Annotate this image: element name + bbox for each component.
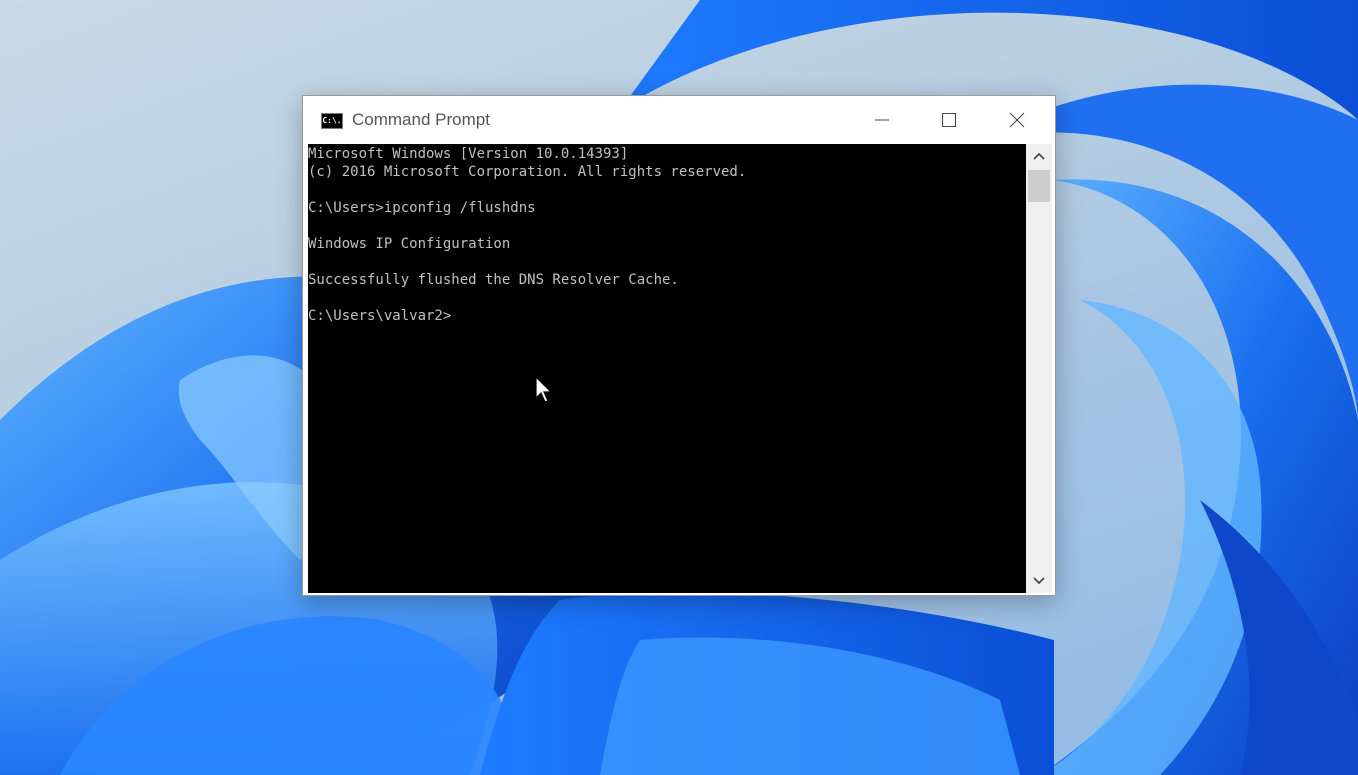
console-line: Windows IP Configuration	[308, 236, 511, 252]
console-line: C:\Users\valvar2>	[308, 308, 452, 324]
command-prompt-window: C:\. Command Prompt Microsoft Windows [V…	[302, 95, 1056, 596]
vertical-scrollbar[interactable]	[1026, 144, 1052, 593]
console-line: (c) 2016 Microsoft Corporation. All righ…	[308, 164, 747, 180]
console-line: Microsoft Windows [Version 10.0.14393]	[308, 146, 629, 162]
title-bar[interactable]: C:\. Command Prompt	[303, 96, 1055, 143]
scroll-down-button[interactable]	[1026, 569, 1052, 593]
close-button[interactable]	[984, 96, 1050, 143]
close-icon	[1009, 112, 1025, 127]
mouse-pointer-icon	[535, 376, 553, 403]
minimize-button[interactable]	[849, 96, 915, 143]
chevron-down-icon	[1033, 577, 1045, 585]
window-title: Command Prompt	[352, 110, 490, 129]
console-line: C:\Users>ipconfig /flushdns	[308, 200, 536, 216]
maximize-button[interactable]	[916, 96, 982, 143]
desktop: C:\. Command Prompt Microsoft Windows [V…	[0, 0, 1358, 775]
console-line: Successfully flushed the DNS Resolver Ca…	[308, 272, 679, 288]
console-text: Microsoft Windows [Version 10.0.14393] (…	[308, 145, 746, 325]
minimize-icon	[875, 119, 889, 120]
scroll-up-button[interactable]	[1026, 144, 1052, 168]
maximize-icon	[942, 112, 956, 127]
cmd-app-icon: C:\.	[321, 113, 343, 129]
scroll-thumb[interactable]	[1028, 170, 1050, 202]
chevron-up-icon	[1033, 152, 1045, 160]
console-output[interactable]: Microsoft Windows [Version 10.0.14393] (…	[308, 144, 1026, 593]
